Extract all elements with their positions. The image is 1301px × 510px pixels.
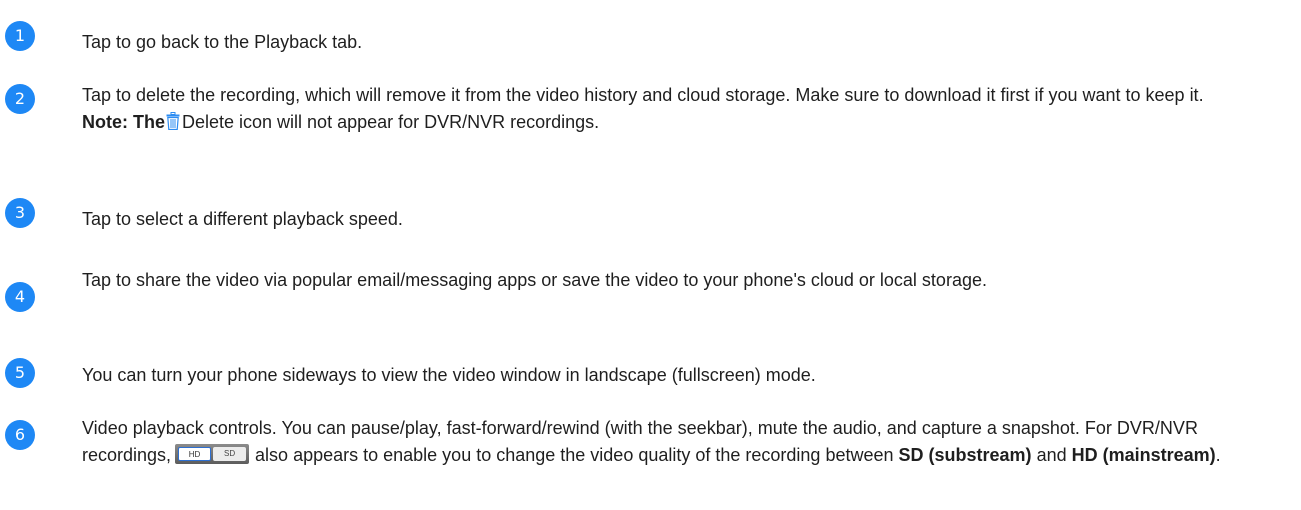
step-note: Note: The Delete icon will not appear for… — [82, 109, 1287, 136]
note-text: Delete icon will not appear for DVR/NVR … — [182, 112, 600, 132]
hd-option-icon: HD — [178, 447, 212, 461]
step-description: Video playback controls. You can pause/p… — [82, 415, 1287, 469]
step-text: Tap to select a different playback speed… — [82, 206, 1287, 233]
step-number-badge: 5 — [5, 358, 35, 388]
step-description: Tap to delete the recording, which will … — [82, 85, 1204, 105]
trash-icon — [166, 111, 180, 131]
sd-term: SD (substream) — [898, 445, 1032, 465]
end-period: . — [1215, 445, 1221, 465]
step-text: Tap to share the video via popular email… — [82, 267, 1287, 294]
step-number-badge: 3 — [5, 198, 35, 228]
step-text: You can turn your phone sideways to view… — [82, 362, 1287, 389]
step-description: Tap to share the video via popular email… — [82, 270, 987, 290]
sd-option-icon: SD — [213, 447, 247, 461]
step-number-badge: 4 — [5, 282, 35, 312]
step-text: Video playback controls. You can pause/p… — [82, 415, 1287, 469]
step-number-badge: 2 — [5, 84, 35, 114]
step-description-part2: also appears to enable you to change the… — [255, 445, 894, 465]
note-label: Note: The — [82, 112, 165, 132]
hd-sd-toggle-icon: HD SD — [175, 444, 250, 464]
hd-term: HD (mainstream) — [1071, 445, 1216, 465]
step-text: Tap to delete the recording, which will … — [82, 82, 1287, 136]
step-number-badge: 6 — [5, 420, 35, 450]
and-word: and — [1036, 445, 1067, 465]
step-description: Tap to select a different playback speed… — [82, 209, 403, 229]
step-description: You can turn your phone sideways to view… — [82, 365, 816, 385]
step-number-badge: 1 — [5, 21, 35, 51]
step-text: Tap to go back to the Playback tab. — [82, 29, 1287, 56]
step-description: Tap to go back to the Playback tab. — [82, 32, 363, 52]
